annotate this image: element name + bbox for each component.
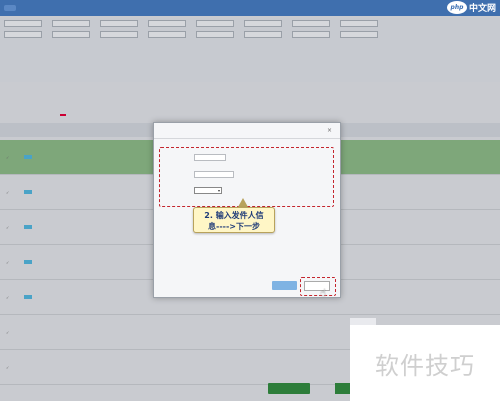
filter-panel — [0, 18, 500, 82]
close-icon[interactable]: × — [327, 127, 332, 134]
row-badge — [24, 155, 32, 159]
region-text — [225, 187, 261, 194]
filter-field[interactable] — [4, 20, 42, 27]
dialog-header: × — [154, 123, 340, 139]
row-badge — [24, 225, 32, 229]
filter-field[interactable] — [52, 31, 90, 38]
filter-field[interactable] — [340, 31, 378, 38]
print-waybill-button[interactable] — [268, 383, 310, 394]
callout-line: 2. 输入发件人信 — [204, 211, 264, 220]
callout-line: 息---->下一步 — [208, 222, 260, 231]
instruction-callout: 2. 输入发件人信 息---->下一步 — [193, 207, 275, 233]
filter-field[interactable] — [292, 31, 330, 38]
callout-pointer — [238, 198, 248, 207]
sender-field-row — [166, 187, 312, 194]
filter-field[interactable] — [196, 20, 234, 27]
row-badge — [24, 190, 32, 194]
sender-name-input[interactable] — [194, 154, 226, 161]
filter-field[interactable] — [148, 31, 186, 38]
filter-row — [0, 18, 500, 29]
region-select[interactable] — [194, 187, 222, 194]
nav-item-1[interactable] — [4, 5, 16, 11]
status-tabs — [0, 110, 500, 120]
filter-field[interactable] — [244, 20, 282, 27]
software-tips-watermark: 软件技巧 — [350, 325, 500, 401]
filter-field[interactable] — [292, 20, 330, 27]
tab-item-highlighted[interactable] — [60, 114, 66, 116]
filter-field[interactable] — [148, 20, 186, 27]
filter-row — [0, 29, 500, 40]
filter-field[interactable] — [4, 31, 42, 38]
row-checkbox[interactable]: ✓ — [6, 155, 20, 160]
top-navigation-bar: php 中文网 — [0, 0, 500, 16]
filter-field[interactable] — [100, 20, 138, 27]
php-logo-text: 中文网 — [468, 4, 496, 14]
filter-field[interactable] — [196, 31, 234, 38]
row-checkbox[interactable]: ✓ — [6, 225, 20, 230]
filter-field[interactable] — [52, 20, 90, 27]
district-select[interactable] — [264, 187, 312, 194]
row-checkbox[interactable]: ✓ — [6, 295, 20, 300]
php-logo-oval: php — [446, 1, 467, 14]
sender-phone-input[interactable] — [194, 171, 234, 178]
row-checkbox[interactable]: ✓ — [6, 260, 20, 265]
filter-field[interactable] — [340, 20, 378, 27]
sender-field-row — [166, 171, 234, 178]
cancel-button[interactable] — [272, 281, 297, 290]
mouse-pointer-icon: ☝ — [320, 288, 327, 299]
next-step-button[interactable] — [304, 281, 330, 291]
sender-field-row — [166, 154, 226, 161]
row-checkbox[interactable]: ✓ — [6, 190, 20, 195]
row-checkbox[interactable]: ✓ — [6, 330, 20, 335]
row-checkbox[interactable]: ✓ — [6, 365, 20, 370]
row-badge — [24, 295, 32, 299]
filter-field[interactable] — [244, 31, 282, 38]
filter-field[interactable] — [100, 31, 138, 38]
row-badge — [24, 260, 32, 264]
php-cn-logo: php 中文网 — [446, 1, 496, 14]
